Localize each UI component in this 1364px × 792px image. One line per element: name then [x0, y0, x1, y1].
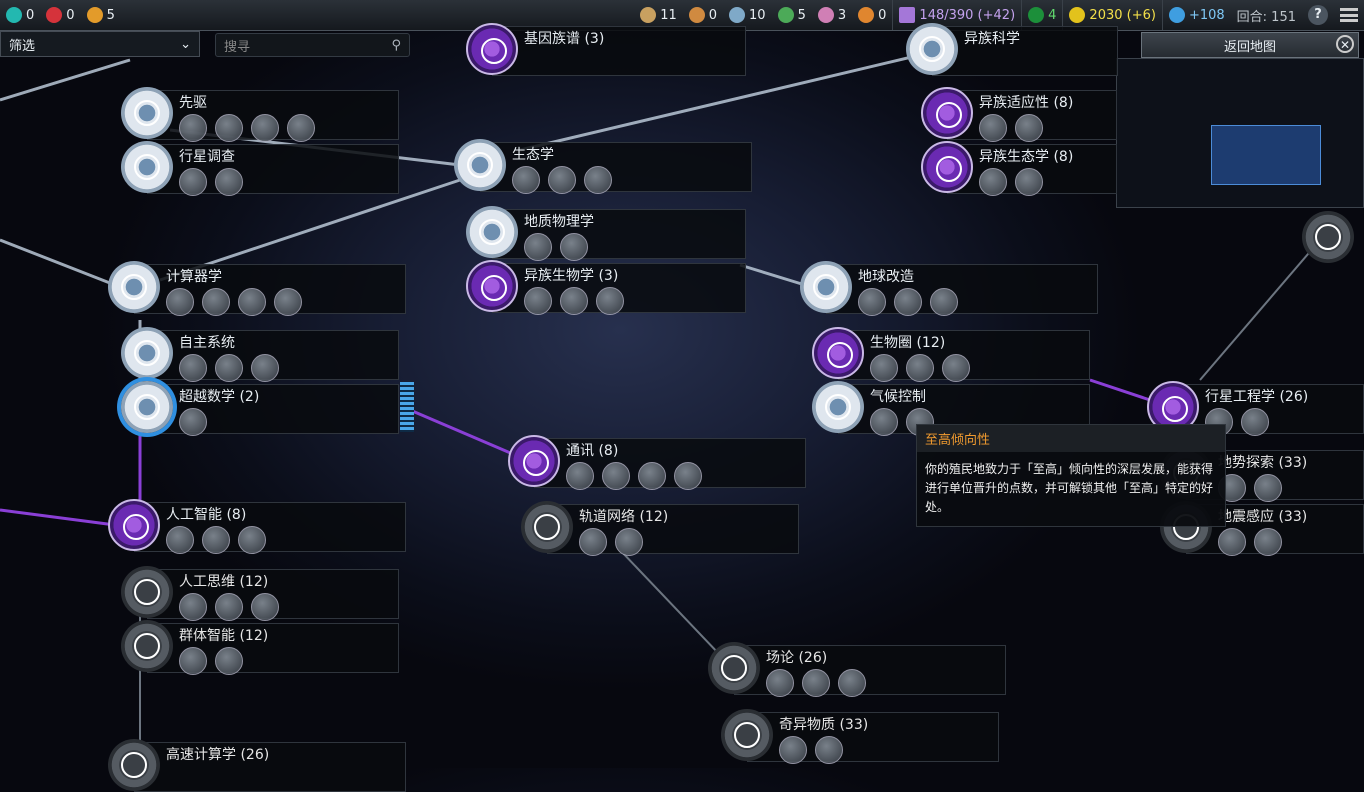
field-icon: [721, 709, 773, 761]
scales-icon: [1302, 211, 1354, 263]
tech-field-theory[interactable]: 场论 (26): [708, 642, 1006, 697]
search-input[interactable]: 搜寻 ⚲: [215, 33, 410, 57]
tech-genetics[interactable]: 基因族谱 (3): [466, 23, 746, 76]
tech-communications[interactable]: 通讯 (8): [508, 435, 806, 490]
flower-icon: [466, 260, 518, 312]
tooltip: 至高倾向性 你的殖民地致力于「至高」倾向性的深层发展，能获得进行单位晋升的点数，…: [916, 424, 1226, 527]
flask-icon: [1168, 7, 1185, 23]
science-income[interactable]: +108: [1163, 0, 1231, 30]
tech-xeno-ecology[interactable]: 异族生态学 (8): [921, 141, 1117, 196]
search-icon: ⚲: [391, 37, 401, 53]
tech-terraforming[interactable]: 地球改造: [800, 261, 1098, 316]
tech-minimap[interactable]: [1116, 58, 1364, 208]
tech-swarm-intelligence[interactable]: 群体智能 (12): [121, 620, 399, 675]
tech-xeno-science[interactable]: 异族科学: [906, 23, 1118, 76]
brain-icon: [108, 739, 160, 791]
energy-affinity[interactable]: 0: [0, 0, 40, 30]
harmony-icon: [6, 7, 22, 23]
mountain-icon: [812, 327, 864, 379]
menu-button[interactable]: [1334, 0, 1364, 30]
resource-4[interactable]: 5: [772, 0, 812, 30]
tech-scales-node[interactable]: [1302, 211, 1364, 264]
tech-pioneer[interactable]: 先驱: [121, 87, 399, 142]
tech-orbital-networks[interactable]: 轨道网络 (12): [521, 501, 799, 556]
genetics-icon: [466, 23, 518, 75]
supremacy-affinity[interactable]: 5: [81, 0, 121, 30]
menu-icon: [1340, 8, 1358, 22]
turn-counter: 回合: 151: [1236, 9, 1296, 25]
flag-icon: [121, 141, 173, 193]
resource-5[interactable]: 3: [812, 0, 852, 30]
help-button[interactable]: ?: [1302, 0, 1334, 30]
tech-xeno-biology[interactable]: 异族生物学 (3): [466, 260, 746, 315]
mountain-icon: [812, 381, 864, 433]
xeno-icon: [921, 87, 973, 139]
close-icon[interactable]: ✕: [1336, 35, 1354, 53]
resource-icon: [640, 7, 657, 23]
energy-icon: [1069, 7, 1086, 23]
flower-icon: [466, 206, 518, 258]
book-icon: [899, 7, 916, 23]
resource-icon: [858, 7, 875, 23]
tech-autonomous[interactable]: 自主系统: [121, 327, 399, 382]
resource-icon: [688, 7, 705, 23]
tech-artificial-mind[interactable]: 人工思维 (12): [121, 566, 399, 621]
conflict-affinity[interactable]: 0: [40, 0, 80, 30]
research-progress-bar: [400, 382, 414, 432]
antenna-icon: [508, 435, 560, 487]
tech-exotic-matter[interactable]: 奇异物质 (33): [721, 709, 999, 764]
xeno-science-icon: [906, 23, 958, 75]
antenna-icon: [521, 501, 573, 553]
resource-icon: [729, 7, 746, 23]
supremacy-icon: [86, 7, 103, 23]
brain-icon: [121, 566, 173, 618]
flag-icon: [121, 87, 173, 139]
chip-icon: [121, 381, 173, 433]
resource-icon: [777, 7, 794, 23]
mountain-icon: [800, 261, 852, 313]
chevron-down-icon: ⌄: [180, 36, 191, 52]
back-to-map-button[interactable]: 返回地图 ✕: [1141, 32, 1359, 58]
xeno-icon: [921, 141, 973, 193]
resource-6[interactable]: 0: [852, 0, 892, 30]
field-icon: [708, 642, 760, 694]
chip-icon: [108, 261, 160, 313]
brain-icon: [121, 620, 173, 672]
tech-transcendental-math[interactable]: 超越数学 (2): [121, 381, 399, 436]
brain-icon: [108, 499, 160, 551]
resource-icon: [817, 7, 834, 23]
tech-computing[interactable]: 计算器学: [108, 261, 406, 316]
filter-dropdown[interactable]: 筛选 ⌄: [0, 31, 200, 57]
tech-ai[interactable]: 人工智能 (8): [108, 499, 406, 554]
tech-hpc[interactable]: 高速计算学 (26): [108, 739, 406, 792]
minimap-viewport[interactable]: [1211, 125, 1321, 185]
tech-biosphere[interactable]: 生物圈 (12): [812, 327, 1090, 382]
tech-planet-survey[interactable]: 行星调查: [121, 141, 399, 196]
flower-icon: [454, 139, 506, 191]
tech-xeno-adaptation[interactable]: 异族适应性 (8): [921, 87, 1117, 142]
purity-icon: [46, 7, 63, 23]
tech-geophysics[interactable]: 地质物理学: [466, 206, 746, 261]
tech-ecology[interactable]: 生态学: [454, 139, 752, 194]
health-icon: [1028, 7, 1045, 23]
chip-icon: [121, 327, 173, 379]
